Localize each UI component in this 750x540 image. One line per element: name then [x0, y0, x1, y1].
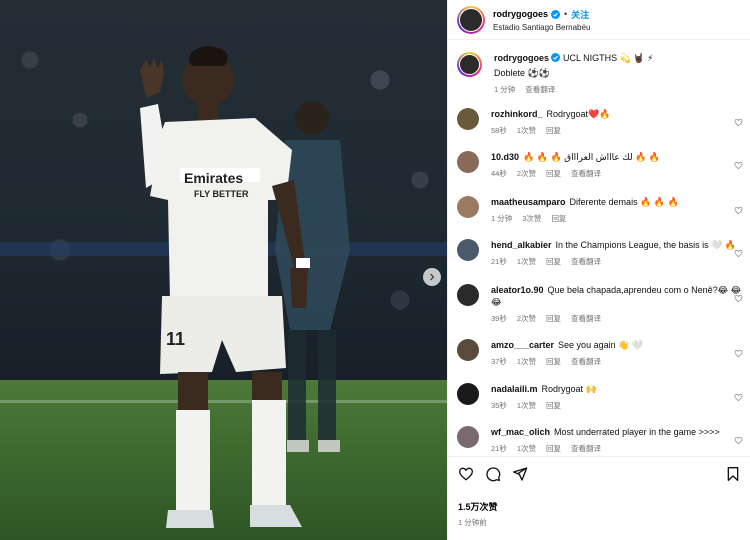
comment-item: wf_mac_olich Most underrated player in th… [457, 426, 745, 454]
comment-username[interactable]: aleator1o.90 [491, 285, 544, 295]
caption-time[interactable]: 1 分钟 [494, 84, 515, 95]
comment-time[interactable]: 39秒 [491, 313, 507, 324]
chevron-right-icon [430, 273, 435, 281]
heart-icon[interactable] [734, 349, 743, 358]
comment-item: amzo___carter See you again 👋 🤍 37秒 1次赞 回复 查看… [457, 339, 745, 367]
comment-time[interactable]: 37秒 [491, 356, 507, 367]
reply-button[interactable]: 回复 [546, 168, 561, 179]
see-translation-link[interactable]: 查看翻译 [571, 356, 601, 367]
reply-button[interactable]: 回复 [546, 443, 561, 454]
caption-text-line2: Doblete ⚽⚽ [494, 68, 550, 78]
avatar[interactable] [457, 5, 485, 34]
reply-button[interactable]: 回复 [551, 213, 566, 224]
players-illustration: Emirates FLY BETTER 11 [140, 46, 350, 528]
like-count[interactable]: 1.5万次赞 [458, 500, 741, 513]
share-icon[interactable] [512, 466, 528, 482]
follow-button[interactable]: 关注 [571, 8, 589, 21]
see-translation-link[interactable]: 查看翻译 [571, 256, 601, 267]
comment-like-count[interactable]: 1次赞 [517, 125, 536, 136]
comment-time[interactable]: 1 分钟 [491, 213, 512, 224]
comment-like-count[interactable]: 2次赞 [517, 313, 536, 324]
reply-button[interactable]: 回复 [546, 313, 561, 324]
avatar[interactable] [457, 196, 479, 218]
heart-icon[interactable] [734, 161, 743, 170]
comments-panel: rodrygogoes • 关注 Estadio Santiago Bernab… [447, 0, 750, 540]
comment-like-count[interactable]: 3次赞 [522, 213, 541, 224]
next-media-button[interactable] [423, 268, 441, 286]
location-link[interactable]: Estadio Santiago Bernabéu [493, 23, 590, 32]
comment-like-count[interactable]: 1次赞 [517, 400, 536, 411]
comment-text: Rodrygoat❤️🔥 [546, 109, 611, 119]
comment-username[interactable]: 10.d30 [491, 152, 519, 162]
comment-username[interactable]: amzo___carter [491, 340, 554, 350]
post-username[interactable]: rodrygogoes [493, 9, 548, 19]
verified-icon [551, 9, 561, 19]
comment-time[interactable]: 35秒 [491, 400, 507, 411]
comment-like-count[interactable]: 1次赞 [517, 443, 536, 454]
comment-text: Diferente demais 🔥 🔥 🔥 [569, 197, 679, 207]
comment-like-count[interactable]: 1次赞 [517, 356, 536, 367]
avatar[interactable] [457, 52, 482, 77]
avatar[interactable] [457, 108, 479, 130]
avatar[interactable] [457, 151, 479, 173]
reply-button[interactable]: 回复 [546, 400, 561, 411]
bookmark-icon[interactable] [725, 466, 741, 482]
comment-item: nadalaili.m Rodrygoat 🙌 35秒 1次赞 回复 [457, 383, 745, 411]
post-time[interactable]: 1 分钟前 [458, 517, 741, 528]
heart-icon[interactable] [734, 206, 743, 215]
heart-icon[interactable] [734, 436, 743, 445]
post-actions: 1.5万次赞 1 分钟前 [448, 456, 750, 528]
comment-item: aleator1o.90 Que bela chapada,aprendeu co… [457, 284, 745, 324]
comment-item: 10.d30 🔥 🔥 🔥 لك عاااش العراااق 🔥 🔥 44秒 2次赞回… [457, 151, 745, 179]
comment-item: hend_alkabier In the Champions League, th… [457, 239, 745, 267]
heart-icon[interactable] [734, 118, 743, 127]
heart-icon[interactable] [458, 466, 474, 482]
caption-username[interactable]: rodrygogoes [494, 53, 549, 63]
comment-item: maatheusamparo Diferente demais 🔥 🔥 🔥 1 分钟… [457, 196, 745, 224]
comment-username[interactable]: nadalaili.m [491, 384, 538, 394]
comment-icon[interactable] [485, 466, 501, 482]
caption-text-line1: UCL NIGTHS 💫 🤘🏿 ⚡ [563, 53, 654, 63]
heart-icon[interactable] [734, 393, 743, 402]
reply-button[interactable]: 回复 [546, 256, 561, 267]
svg-text:FLY BETTER: FLY BETTER [194, 189, 249, 199]
comment-like-count[interactable]: 1次赞 [517, 256, 536, 267]
comment-time[interactable]: 21秒 [491, 443, 507, 454]
comment-username[interactable]: maatheusamparo [491, 197, 566, 207]
see-translation-link[interactable]: 查看翻译 [571, 168, 601, 179]
heart-icon[interactable] [734, 294, 743, 303]
separator-dot: • [564, 9, 568, 19]
comment-time[interactable]: 44秒 [491, 168, 507, 179]
post-header: rodrygogoes • 关注 Estadio Santiago Bernab… [448, 0, 750, 40]
comment-username[interactable]: rozhinkord_ [491, 109, 543, 119]
verified-icon [551, 53, 561, 62]
avatar[interactable] [457, 426, 479, 448]
comment-item: rozhinkord_ Rodrygoat❤️🔥 58秒 1次赞 回复 [457, 108, 745, 136]
caption: rodrygogoes UCL NIGTHS 💫 🤘🏿 ⚡ Doblete ⚽⚽ … [457, 52, 745, 95]
post-media[interactable]: Emirates FLY BETTER 11 [0, 0, 447, 540]
comment-time[interactable]: 21秒 [491, 256, 507, 267]
comment-text: See you again 👋 🤍 [558, 340, 644, 350]
reply-button[interactable]: 回复 [546, 125, 561, 136]
see-translation-link[interactable]: 查看翻译 [525, 84, 555, 95]
comment-text: In the Champions League, the basis is 🤍 … [555, 240, 737, 250]
comment-username[interactable]: hend_alkabier [491, 240, 552, 250]
svg-text:11: 11 [166, 329, 185, 349]
avatar[interactable] [457, 383, 479, 405]
svg-text:Emirates: Emirates [184, 170, 243, 186]
heart-icon[interactable] [734, 249, 743, 258]
comment-text: Rodrygoat 🙌 [541, 384, 597, 394]
comment-username[interactable]: wf_mac_olich [491, 427, 550, 437]
avatar[interactable] [457, 239, 479, 261]
comment-time[interactable]: 58秒 [491, 125, 507, 136]
see-translation-link[interactable]: 查看翻译 [571, 443, 601, 454]
comment-text: Most underrated player in the game >>>> [554, 427, 720, 437]
avatar[interactable] [457, 284, 479, 306]
avatar[interactable] [457, 339, 479, 361]
comment-like-count[interactable]: 2次赞 [517, 168, 536, 179]
see-translation-link[interactable]: 查看翻译 [571, 313, 601, 324]
comment-text: 🔥 🔥 🔥 لك عاااش العراااق 🔥 🔥 [523, 152, 661, 162]
reply-button[interactable]: 回复 [546, 356, 561, 367]
